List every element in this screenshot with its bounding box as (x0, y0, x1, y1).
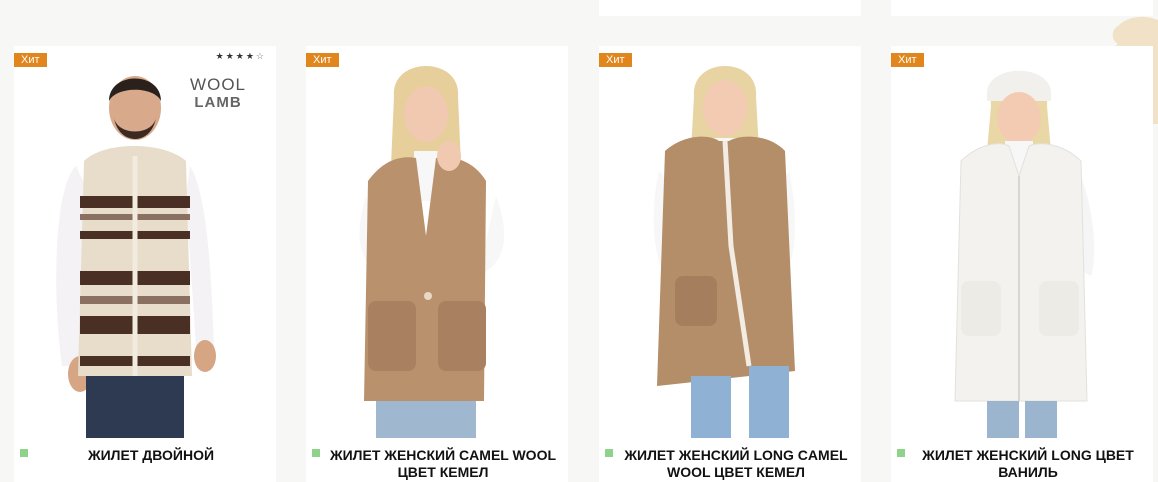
hit-badge: Хит (306, 53, 339, 67)
logo-line-2: LAMB (194, 94, 242, 111)
hit-badge: Хит (14, 53, 47, 67)
hit-badge: Хит (599, 53, 632, 67)
availability-indicator (605, 449, 613, 457)
rating-empty-star: ☆ (255, 51, 266, 61)
previous-row-card-bottom (599, 0, 861, 16)
product-title[interactable]: Жилет женский Camel Wool цвет кемел (326, 447, 560, 481)
product-image[interactable] (891, 46, 1153, 438)
availability-indicator (312, 449, 320, 457)
product-card[interactable]: Хит Жилет женский Long Camel Wool цвет к… (599, 46, 861, 482)
availability-indicator (20, 449, 28, 457)
logo-line-1: WOOL (190, 75, 246, 94)
wool-lamb-logo: WOOL LAMB (190, 76, 246, 112)
product-image[interactable] (306, 46, 568, 438)
hit-badge: Хит (891, 53, 924, 67)
product-card[interactable]: Хит Жилет женский Camel Wool цвет кемел (306, 46, 568, 482)
rating-filled-stars: ★★★★ (215, 51, 256, 61)
product-title[interactable]: Жилет женский Long Camel Wool цвет кемел (619, 447, 853, 481)
product-card[interactable]: Хит ★★★★☆ WOOL LAMB Жилет двойной (14, 46, 276, 482)
product-image[interactable] (599, 46, 861, 438)
availability-indicator (897, 449, 905, 457)
product-title[interactable]: Жилет двойной (34, 447, 268, 464)
product-card[interactable]: Хит Жилет женский Long цвет ваниль (891, 46, 1153, 482)
product-title[interactable]: Жилет женский Long цвет ваниль (911, 447, 1145, 481)
rating-stars: ★★★★☆ (216, 51, 266, 62)
